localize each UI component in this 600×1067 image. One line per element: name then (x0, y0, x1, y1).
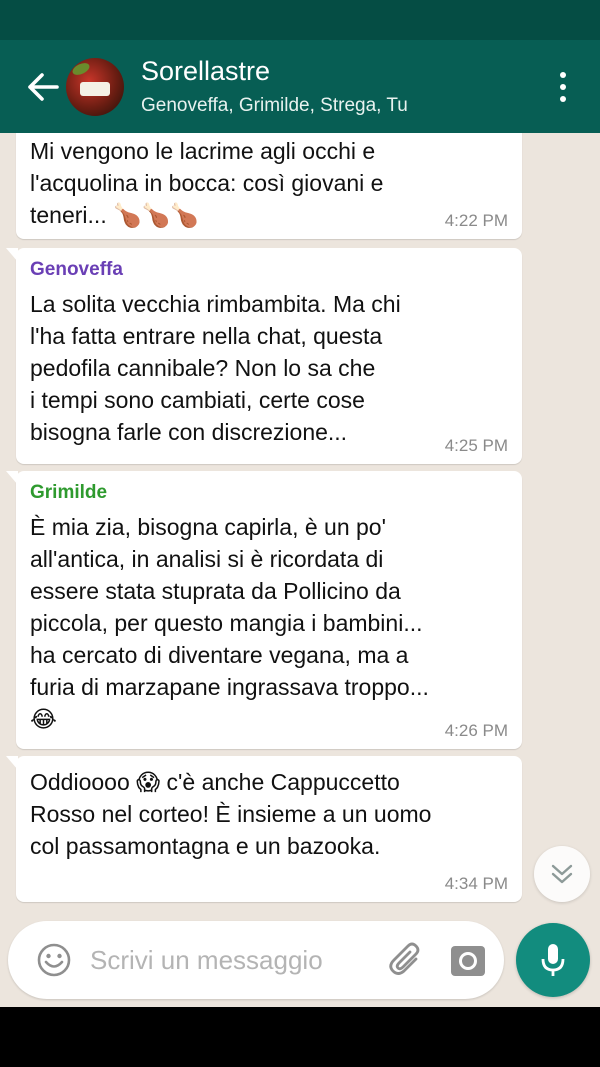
status-bar (0, 0, 600, 40)
system-nav-bar (0, 1007, 600, 1067)
chat-title-block[interactable]: Sorellastre Genoveffa, Grimilde, Strega,… (141, 55, 548, 119)
camera-button[interactable] (448, 940, 488, 980)
message-time: 4:25 PM (444, 436, 508, 455)
more-vert-icon (560, 71, 566, 78)
scroll-to-bottom-button[interactable] (534, 846, 590, 902)
message-text: La solita vecchia rimbambita. Ma chi l'h… (30, 291, 401, 445)
message-composer (8, 921, 504, 999)
message-text: È mia zia, bisogna capirla, è un po' all… (30, 514, 429, 732)
message-bubble[interactable]: Oddioooo 😱 c'è anche Cappuccetto Rosso n… (6, 756, 522, 902)
arrow-left-icon (28, 72, 59, 101)
message-text: Mi vengono le lacrime agli occhi e l'acq… (30, 138, 384, 228)
chevron-double-down-icon (551, 864, 573, 884)
camera-icon (451, 946, 485, 976)
message-time: 4:26 PM (444, 721, 508, 740)
attach-button[interactable] (386, 940, 426, 980)
message-list[interactable]: Mi vengono le lacrime agli occhi e l'acq… (0, 133, 600, 913)
message-text: Oddioooo 😱 c'è anche Cappuccetto Rosso n… (30, 769, 432, 859)
microphone-icon (541, 944, 565, 976)
back-button[interactable] (20, 64, 66, 110)
paperclip-icon (389, 942, 420, 975)
message-sender: Grimilde (30, 482, 108, 503)
chat-header: Sorellastre Genoveffa, Grimilde, Strega,… (0, 40, 600, 133)
message-sender: Genoveffa (30, 259, 123, 280)
chat-title: Sorellastre (141, 55, 271, 86)
message-time: 4:34 PM (444, 874, 508, 893)
message-time: 4:22 PM (444, 211, 508, 230)
chat-participants: Genoveffa, Grimilde, Strega, Tu (141, 94, 408, 116)
message-input[interactable] (90, 944, 386, 976)
group-avatar[interactable] (66, 57, 124, 116)
voice-message-button[interactable] (516, 923, 590, 997)
smiley-icon (37, 943, 71, 977)
message-bubble[interactable]: Mi vengono le lacrime agli occhi e l'acq… (16, 133, 522, 239)
message-bubble[interactable]: Genoveffa La solita vecchia rimbambita. … (6, 248, 522, 464)
message-bubble[interactable]: Grimilde È mia zia, bisogna capirla, è u… (6, 471, 522, 749)
emoji-button[interactable] (34, 940, 74, 980)
overflow-menu-button[interactable] (548, 57, 578, 117)
